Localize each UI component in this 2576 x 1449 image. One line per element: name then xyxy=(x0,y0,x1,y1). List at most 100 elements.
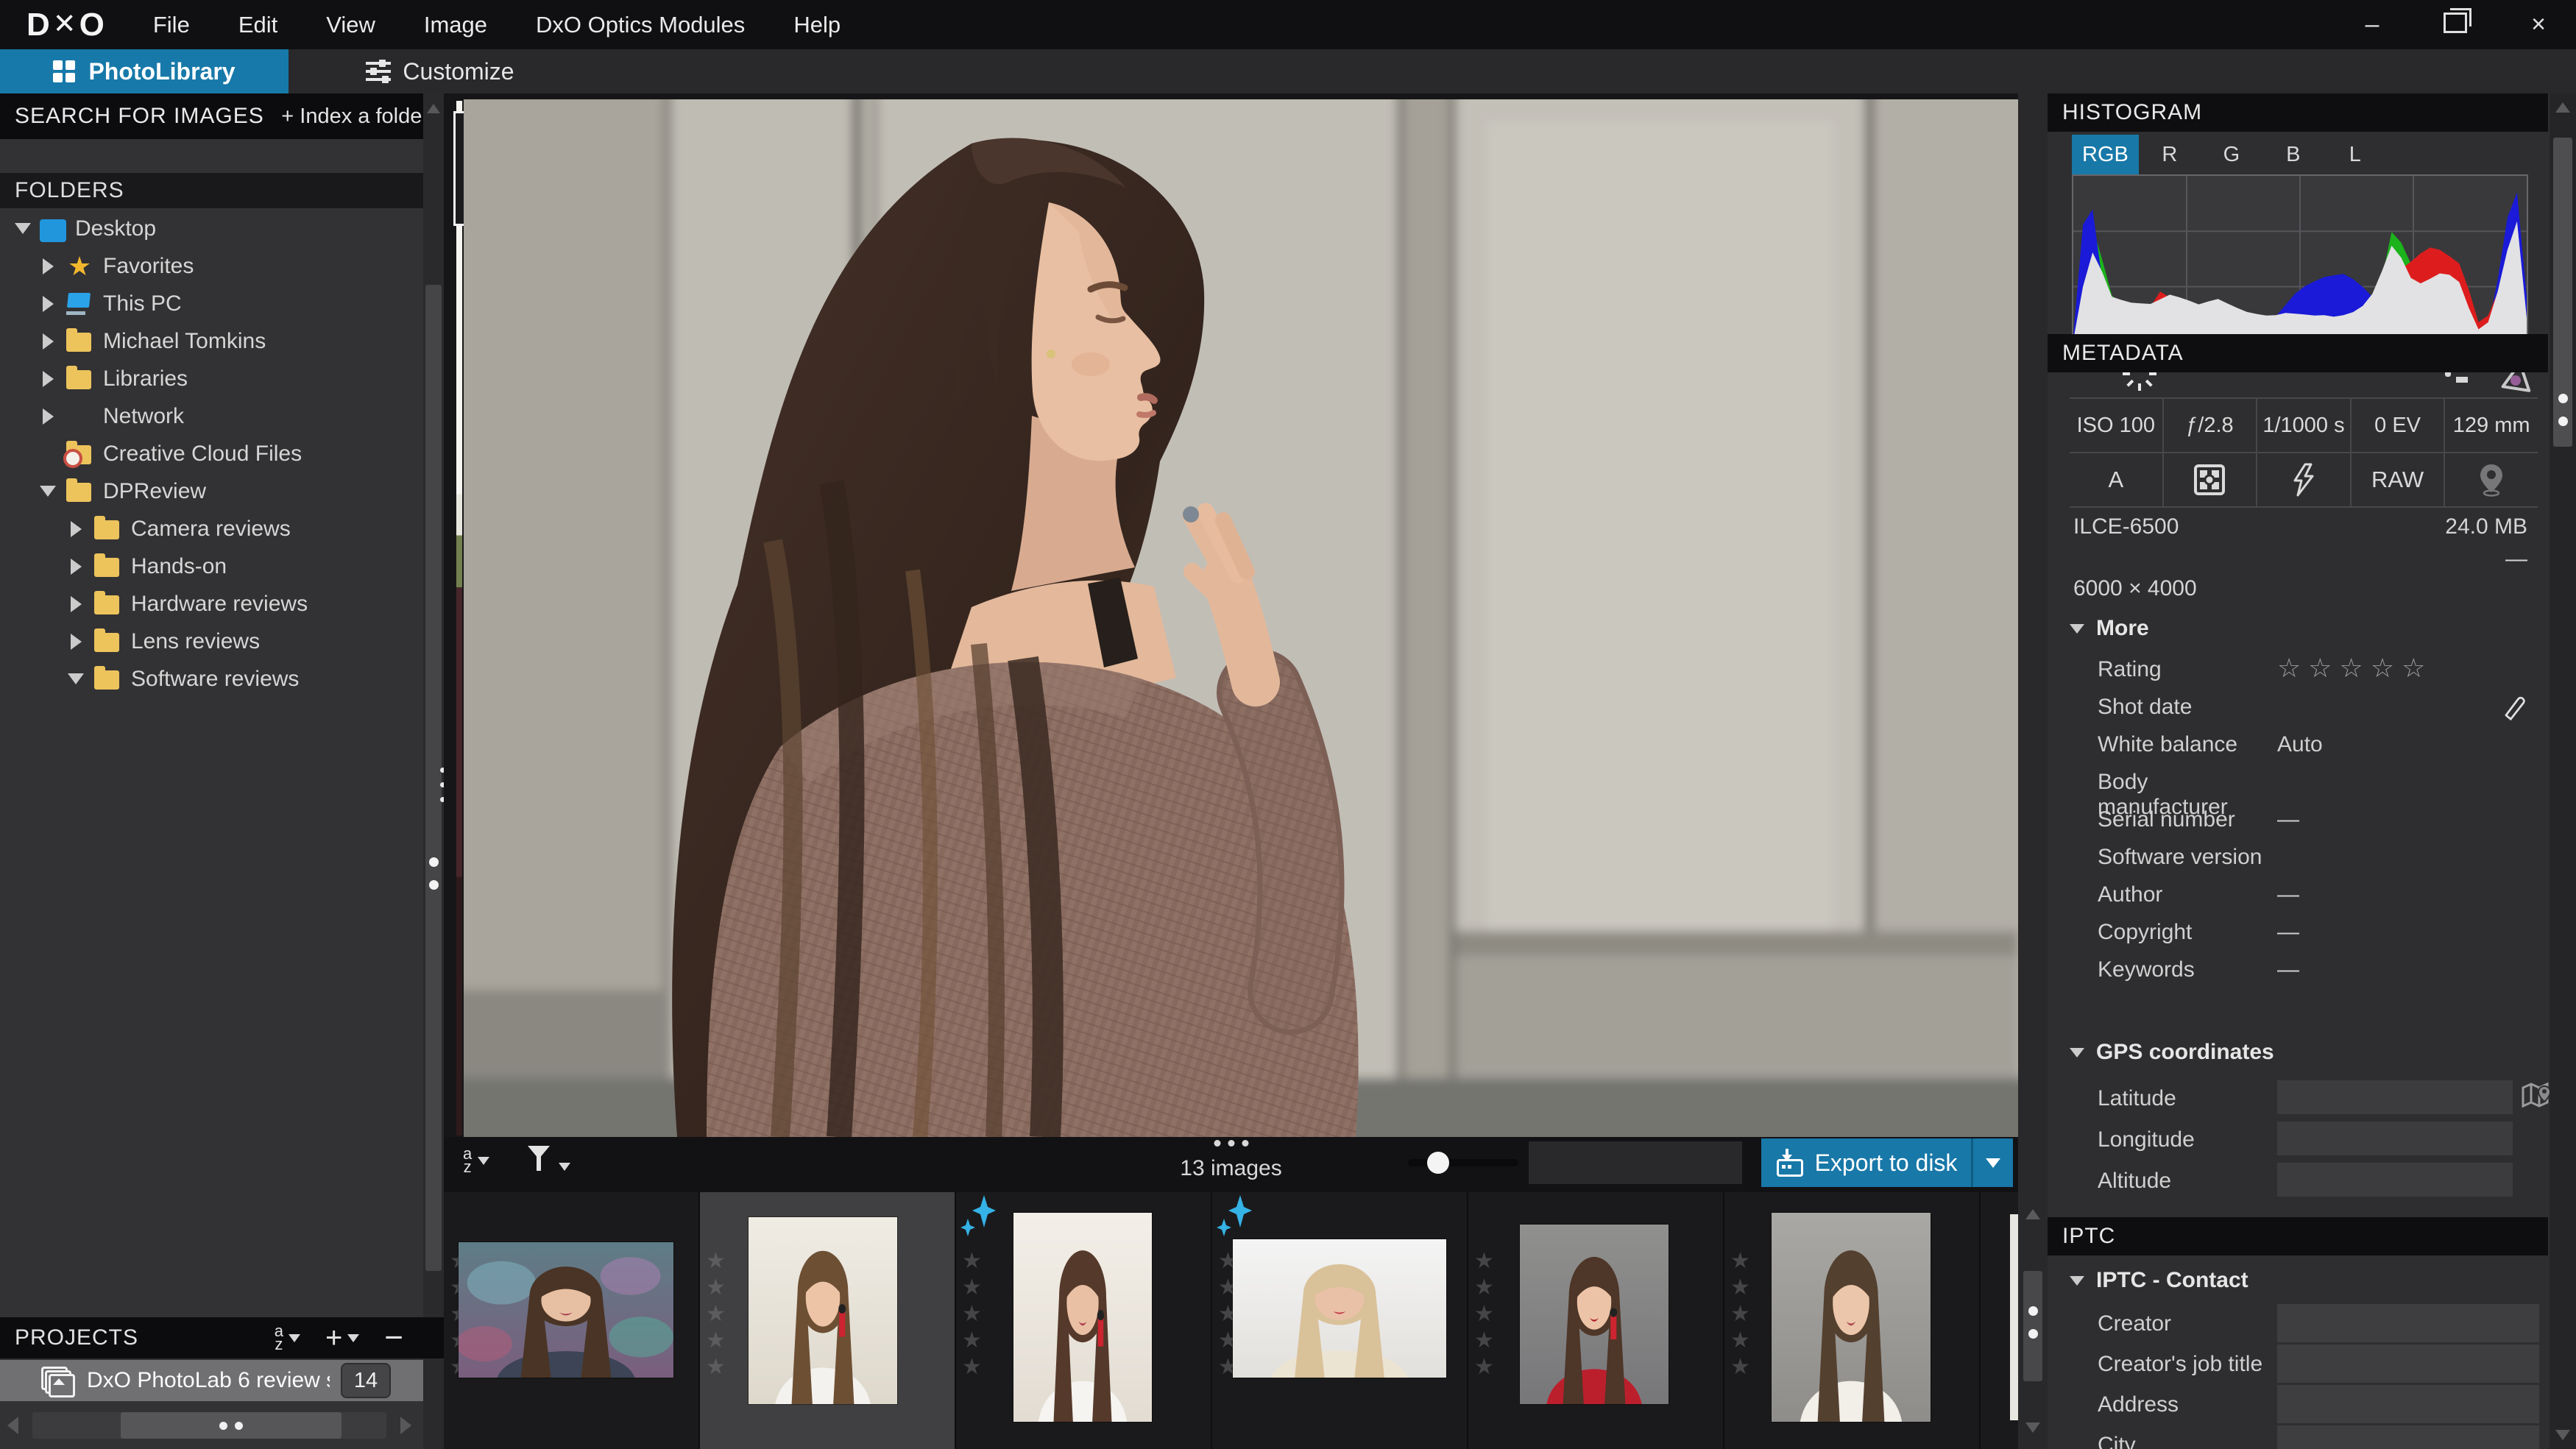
filmstrip-field[interactable] xyxy=(1529,1141,1742,1184)
gps-input-latitude[interactable] xyxy=(2277,1080,2513,1114)
sidebar-item-hardware-reviews[interactable]: Hardware reviews xyxy=(0,585,423,623)
search-for-images-header[interactable]: SEARCH FOR IMAGES + Index a folder xyxy=(0,93,444,139)
collapse-arrow-icon[interactable] xyxy=(68,673,84,684)
filmstrip-scroll-thumb[interactable] xyxy=(2023,1271,2042,1381)
thumbnail-rating-stars[interactable]: ★★★★★ xyxy=(962,1250,982,1379)
filmstrip-cell-3[interactable]: ★★★★★ xyxy=(956,1192,1211,1449)
scroll-left-arrow[interactable] xyxy=(7,1417,18,1434)
filmstrip-cell-6[interactable]: ★★★★★ xyxy=(1724,1192,1979,1449)
right-panel-scrollbar-thumb[interactable] xyxy=(2553,138,2572,447)
expand-arrow-icon[interactable] xyxy=(43,258,54,274)
histogram-tab-b[interactable]: B xyxy=(2262,135,2324,174)
histogram-tab-l[interactable]: L xyxy=(2324,135,2386,174)
iptc-input-creator[interactable] xyxy=(2277,1304,2539,1342)
expand-arrow-icon[interactable] xyxy=(71,634,82,650)
image-viewer[interactable] xyxy=(444,93,2018,1137)
sidebar-item-dpreview[interactable]: DPReview xyxy=(0,472,423,510)
filmstrip-splitter-handle[interactable] xyxy=(1214,1140,1248,1147)
project-row[interactable]: DxO PhotoLab 6 review sample 14 xyxy=(0,1360,423,1401)
projects-header[interactable]: PROJECTS az + − xyxy=(0,1317,444,1358)
close-button[interactable]: × xyxy=(2522,10,2555,39)
add-project-button[interactable]: + xyxy=(325,1327,359,1349)
thumbnail-image-2[interactable] xyxy=(749,1217,897,1404)
sidebar-item-michael-tomkins[interactable]: Michael Tomkins xyxy=(0,322,423,360)
slider-knob[interactable] xyxy=(1427,1152,1449,1174)
gps-input-longitude[interactable] xyxy=(2277,1122,2513,1155)
thumbnail-rating-stars[interactable]: ★★★★★ xyxy=(1474,1250,1494,1379)
rating-stars[interactable]: ☆☆☆☆☆ xyxy=(2277,653,2432,684)
sidebar-item-hands-on[interactable]: Hands-on xyxy=(0,548,423,585)
iptc-header[interactable]: IPTC xyxy=(2048,1217,2548,1255)
restore-button[interactable] xyxy=(2444,13,2467,37)
histogram-tab-r[interactable]: R xyxy=(2139,135,2201,174)
open-map-icon[interactable] xyxy=(2520,1079,2552,1115)
expand-arrow-icon[interactable] xyxy=(43,296,54,312)
iptc-contact-header[interactable]: IPTC - Contact xyxy=(2070,1268,2248,1293)
sidebar-item-creative-cloud-files[interactable]: Creative Cloud Files xyxy=(0,435,423,472)
collapse-arrow-icon[interactable] xyxy=(40,486,56,497)
projects-sort-button[interactable]: az xyxy=(275,1325,300,1351)
projects-horizontal-scrollbar[interactable] xyxy=(0,1411,444,1445)
menu-item-view[interactable]: View xyxy=(326,12,375,38)
hscroll-thumb[interactable] xyxy=(121,1412,342,1439)
menu-item-image[interactable]: Image xyxy=(424,12,487,38)
thumbnail-size-slider[interactable] xyxy=(1408,1159,1518,1166)
filmstrip-cell-2-selected[interactable]: ★★★★★ xyxy=(700,1192,955,1449)
filmstrip-cell-5[interactable]: ★★★★★ xyxy=(1468,1192,1723,1449)
thumbnail-rating-stars[interactable]: ★★★★★ xyxy=(1730,1250,1750,1379)
collapse-arrow-icon[interactable] xyxy=(15,223,31,234)
iptc-input-city[interactable] xyxy=(2277,1425,2539,1449)
gps-group-header[interactable]: GPS coordinates xyxy=(2070,1040,2274,1065)
iptc-input-address[interactable] xyxy=(2277,1385,2539,1423)
edit-pencil-icon[interactable] xyxy=(2499,694,2529,723)
tab-photolibrary[interactable]: PhotoLibrary xyxy=(0,49,289,93)
sidebar-item-network[interactable]: Network xyxy=(0,397,423,435)
expand-arrow-icon[interactable] xyxy=(43,371,54,387)
filmstrip-scroll-down[interactable] xyxy=(2025,1423,2040,1433)
filmstrip-divider[interactable] xyxy=(2018,93,2048,1449)
filmstrip-filter-button[interactable] xyxy=(526,1144,570,1172)
export-dropdown-arrow[interactable] xyxy=(1971,1138,2013,1187)
sidebar-item-software-reviews[interactable]: Software reviews xyxy=(0,660,423,698)
thumbnail-image-1[interactable] xyxy=(459,1242,673,1378)
export-to-disk-button[interactable]: Export to disk xyxy=(1761,1138,2013,1187)
expand-arrow-icon[interactable] xyxy=(43,333,54,350)
sidebar-scrollbar-thumb[interactable] xyxy=(425,285,442,1271)
right-panel-scrollbar[interactable] xyxy=(2550,93,2576,1449)
thumbnail-rating-stars[interactable]: ★★★★★ xyxy=(706,1250,726,1379)
histogram-tab-rgb[interactable]: RGB xyxy=(2072,135,2139,174)
thumbnail-image-6[interactable] xyxy=(1772,1213,1931,1422)
sidebar-item-libraries[interactable]: Libraries xyxy=(0,360,423,397)
menu-item-dxo-optics-modules[interactable]: DxO Optics Modules xyxy=(536,12,745,38)
thumbnail-image-4[interactable] xyxy=(1233,1239,1446,1378)
filmstrip-sort-button[interactable]: az xyxy=(463,1147,489,1174)
more-group-header[interactable]: More xyxy=(2070,616,2149,641)
main-photo[interactable] xyxy=(464,99,2018,1137)
menu-item-help[interactable]: Help xyxy=(793,12,841,38)
histogram-header[interactable]: HISTOGRAM xyxy=(2048,93,2548,132)
expand-arrow-icon[interactable] xyxy=(43,408,54,425)
expand-arrow-icon[interactable] xyxy=(71,559,82,575)
sidebar-item-this-pc[interactable]: This PC xyxy=(0,285,423,322)
filmstrip-cell-1[interactable]: ★★★★★ xyxy=(444,1192,698,1449)
sidebar-item-desktop[interactable]: Desktop xyxy=(0,210,423,247)
expand-arrow-icon[interactable] xyxy=(71,596,82,612)
iptc-input-creator-s-job-title[interactable] xyxy=(2277,1345,2539,1383)
gps-input-altitude[interactable] xyxy=(2277,1163,2513,1197)
minimize-button[interactable]: – xyxy=(2355,10,2389,39)
sidebar-item-lens-reviews[interactable]: Lens reviews xyxy=(0,623,423,660)
thumbnail-image-3[interactable] xyxy=(1013,1213,1152,1422)
sidebar-item-favorites[interactable]: ★Favorites xyxy=(0,247,423,285)
scroll-right-arrow[interactable] xyxy=(400,1417,411,1434)
metadata-header[interactable]: METADATA xyxy=(2048,334,2548,372)
thumbnail-image-5[interactable] xyxy=(1520,1225,1669,1404)
filmstrip-cell-4[interactable]: ★★★★★ xyxy=(1212,1192,1467,1449)
menu-item-edit[interactable]: Edit xyxy=(238,12,277,38)
index-a-folder-button[interactable]: + Index a folder xyxy=(281,104,429,129)
sidebar-item-camera-reviews[interactable]: Camera reviews xyxy=(0,510,423,548)
filmstrip-scroll-up[interactable] xyxy=(2025,1209,2040,1219)
tab-customize[interactable]: Customize xyxy=(344,49,536,93)
remove-project-button[interactable]: − xyxy=(384,1327,404,1349)
menu-item-file[interactable]: File xyxy=(153,12,190,38)
expand-arrow-icon[interactable] xyxy=(71,521,82,537)
